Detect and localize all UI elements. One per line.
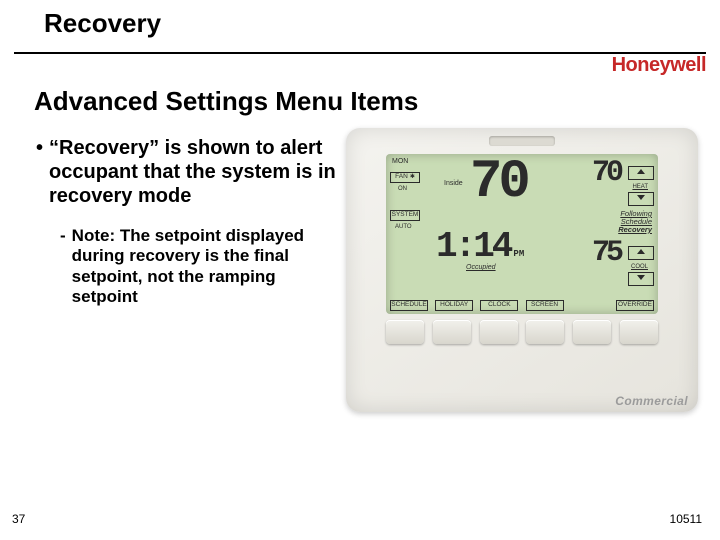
fan-state: ON bbox=[398, 186, 407, 192]
body-text: • “Recovery” is shown to alert occupant … bbox=[36, 136, 346, 308]
chevron-down-icon bbox=[637, 275, 645, 280]
cool-setpoint: 75 bbox=[592, 242, 620, 265]
heat-setpoint: 70 bbox=[592, 162, 620, 185]
fan-button[interactable]: FAN ✱ bbox=[390, 172, 420, 183]
cool-up-button[interactable] bbox=[628, 246, 654, 260]
bullet-level2-text: Note: The setpoint displayed during reco… bbox=[72, 226, 346, 308]
hard-button-2[interactable] bbox=[433, 320, 471, 344]
system-label: SYSTEM bbox=[392, 211, 419, 218]
hard-button-3[interactable] bbox=[480, 320, 518, 344]
bullet-dash-icon: - bbox=[60, 226, 66, 308]
thermostat-screen: MON FAN ✱ ON SYSTEM AUTO Inside 70 1:14 … bbox=[386, 154, 658, 314]
soft-btn-screen[interactable]: SCREEN bbox=[526, 300, 564, 311]
hard-button-1[interactable] bbox=[386, 320, 424, 344]
occupied-label: Occupied bbox=[466, 264, 496, 271]
slide-title: Recovery bbox=[44, 8, 720, 39]
bullet-level1-text: “Recovery” is shown to alert occupant th… bbox=[49, 136, 346, 208]
bullet-level2: - Note: The setpoint displayed during re… bbox=[60, 226, 346, 308]
heat-down-button[interactable] bbox=[628, 192, 654, 206]
chevron-up-icon bbox=[637, 249, 645, 254]
hard-button-row bbox=[386, 320, 658, 346]
clock-ampm: PM bbox=[513, 249, 524, 259]
commercial-badge: Commercial bbox=[615, 394, 688, 408]
heat-up-button[interactable] bbox=[628, 166, 654, 180]
soft-btn-blank bbox=[571, 300, 609, 311]
thermostat-logo-slot bbox=[489, 136, 555, 146]
chevron-up-icon bbox=[637, 169, 645, 174]
bullet-level1: • “Recovery” is shown to alert occupant … bbox=[36, 136, 346, 208]
heat-label: HEAT bbox=[632, 184, 648, 190]
inside-temp: 70 bbox=[470, 162, 527, 204]
chevron-down-icon bbox=[637, 195, 645, 200]
bullet-dot-icon: • bbox=[36, 136, 43, 208]
page-number: 37 bbox=[12, 512, 25, 526]
thermostat-body: MON FAN ✱ ON SYSTEM AUTO Inside 70 1:14 … bbox=[346, 128, 698, 412]
day-label: MON bbox=[392, 158, 408, 165]
soft-btn-schedule[interactable]: SCHEDULE bbox=[390, 300, 428, 311]
soft-btn-clock[interactable]: CLOCK bbox=[480, 300, 518, 311]
soft-btn-override[interactable]: OVERRIDE bbox=[616, 300, 654, 311]
status-line-3: Recovery bbox=[618, 226, 652, 234]
cool-down-button[interactable] bbox=[628, 272, 654, 286]
system-button[interactable]: SYSTEM bbox=[390, 210, 420, 221]
system-state: AUTO bbox=[395, 224, 412, 230]
fan-label: FAN bbox=[395, 174, 408, 181]
hard-button-6[interactable] bbox=[620, 320, 658, 344]
hard-button-4[interactable] bbox=[526, 320, 564, 344]
soft-btn-holiday[interactable]: HOLIDAY bbox=[435, 300, 473, 311]
clock-time: 1:14 bbox=[436, 226, 510, 267]
brand-logo: Honeywell bbox=[612, 54, 706, 77]
inside-label: Inside bbox=[444, 180, 463, 187]
title-rule bbox=[14, 52, 706, 54]
hard-button-5[interactable] bbox=[573, 320, 611, 344]
cool-label: COOL bbox=[631, 264, 648, 270]
doc-code: 10511 bbox=[670, 512, 702, 526]
slide-subtitle: Advanced Settings Menu Items bbox=[34, 86, 418, 117]
thermostat-image: MON FAN ✱ ON SYSTEM AUTO Inside 70 1:14 … bbox=[346, 128, 698, 412]
fan-icon: ✱ bbox=[410, 174, 415, 180]
